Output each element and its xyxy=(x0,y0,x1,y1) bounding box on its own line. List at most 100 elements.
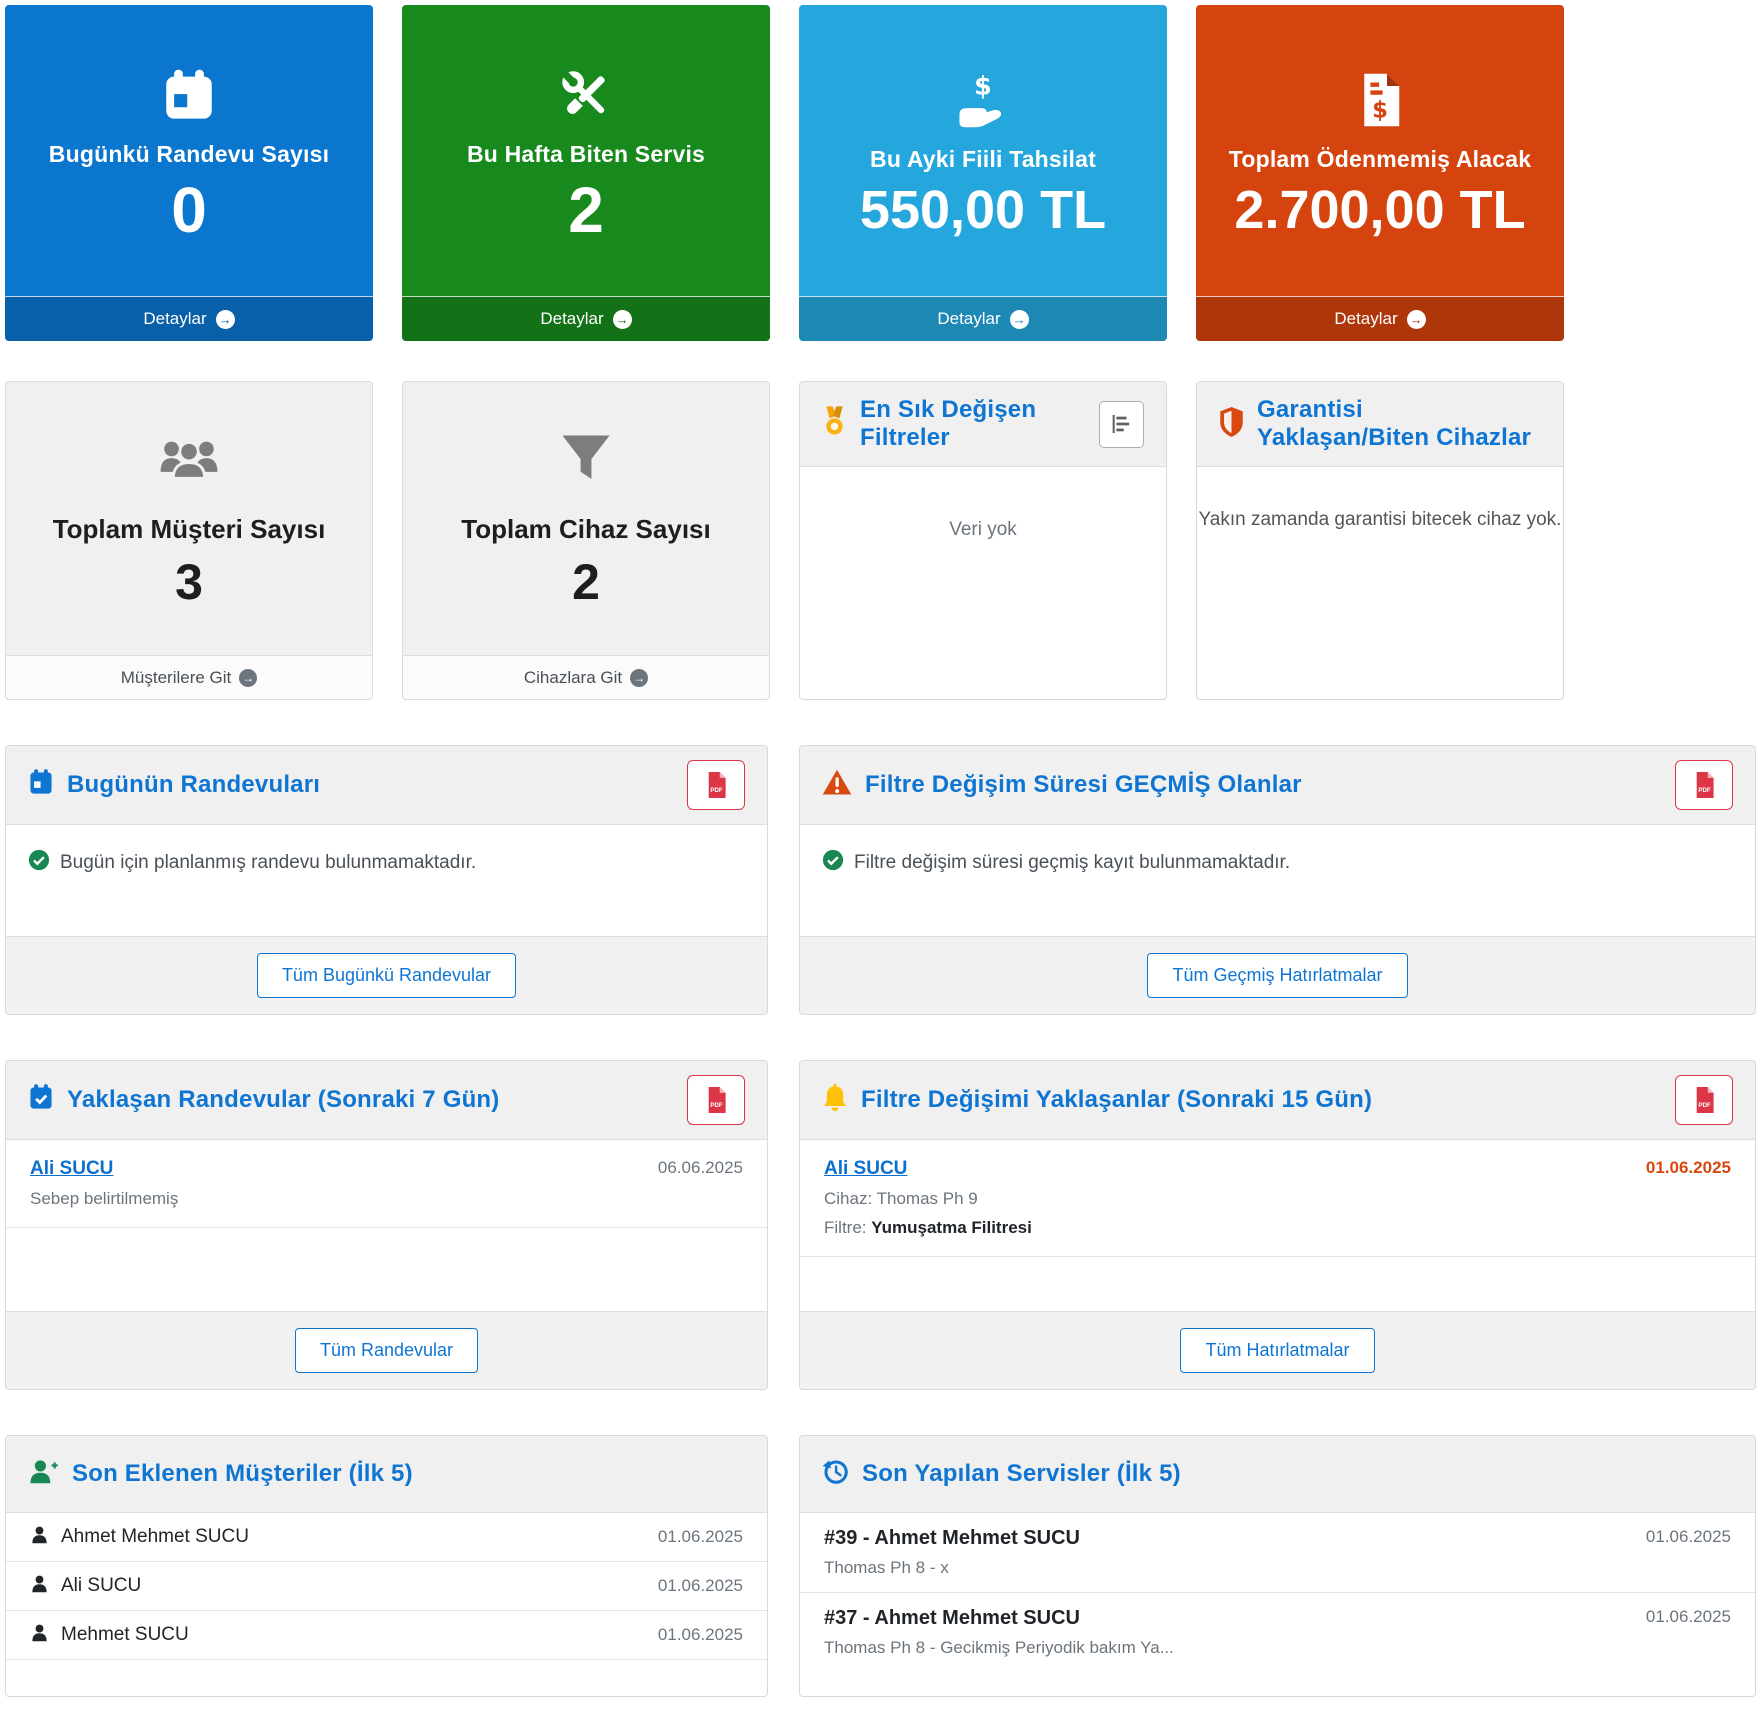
pdf-label: PDF xyxy=(1698,1102,1711,1109)
warning-triangle-icon xyxy=(822,769,852,801)
customer-row: Ahmet Mehmet SUCU 01.06.2025 xyxy=(6,1513,767,1562)
check-circle-icon xyxy=(822,849,844,877)
stat-card-body: $ Toplam Ödenmemiş Alacak 2.700,00 TL xyxy=(1196,5,1564,296)
go-to-customers-link[interactable]: Müşterilere Git → xyxy=(6,655,372,699)
recent-customers-panel: Son Eklenen Müşteriler (İlk 5) Ahmet Meh… xyxy=(5,1435,768,1697)
service-name: #37 - Ahmet Mehmet SUCU xyxy=(824,1607,1080,1630)
stat-value: 2 xyxy=(568,178,604,242)
stat-details-link[interactable]: Detaylar → xyxy=(799,296,1167,341)
summary-value: 2 xyxy=(572,553,600,611)
empty-state-row: Filtre değişim süresi geçmiş kayıt bulun… xyxy=(822,849,1733,877)
customer-link[interactable]: Ali SUCU xyxy=(824,1158,907,1180)
empty-text: Filtre değişim süresi geçmiş kayıt bulun… xyxy=(854,852,1290,874)
all-today-appointments-button[interactable]: Tüm Bugünkü Randevular xyxy=(257,953,516,998)
pdf-label: PDF xyxy=(710,787,723,794)
panel-header: Son Eklenen Müşteriler (İlk 5) xyxy=(6,1436,767,1513)
service-date: 01.06.2025 xyxy=(1646,1527,1731,1547)
arrow-right-circle-icon: → xyxy=(630,669,648,687)
arrow-right-circle-icon: → xyxy=(239,669,257,687)
top-filters-panel: En Sık Değişen Filtreler Veri yok xyxy=(799,381,1167,700)
pdf-label: PDF xyxy=(1698,787,1711,794)
panel-title: Filtre Değişimi Yaklaşanlar (Sonraki 15 … xyxy=(861,1086,1372,1114)
filter-value: Yumuşatma Filitresi xyxy=(871,1218,1032,1237)
pdf-file-icon: PDF xyxy=(1694,772,1715,798)
summary-row: Toplam Müşteri Sayısı 3 Müşterilere Git … xyxy=(5,381,1758,700)
user-icon xyxy=(30,1574,49,1598)
panel-title: Filtre Değişim Süresi GEÇMİŞ Olanlar xyxy=(865,771,1302,799)
panel-title: En Sık Değişen Filtreler xyxy=(860,396,1086,452)
bell-icon xyxy=(822,1083,848,1117)
details-label: Detaylar xyxy=(937,309,1000,329)
pdf-export-button[interactable]: PDF xyxy=(687,1075,745,1125)
stat-value: 550,00 TL xyxy=(860,183,1106,237)
device-line: Cihaz: Thomas Ph 9 xyxy=(824,1189,1731,1209)
dollar-glyph: $ xyxy=(974,71,992,101)
summary-title: Toplam Cihaz Sayısı xyxy=(461,514,710,545)
calendar-icon xyxy=(161,63,217,127)
service-name: #39 - Ahmet Mehmet SUCU xyxy=(824,1527,1080,1550)
stat-card-today-appointments: Bugünkü Randevu Sayısı 0 Detaylar → xyxy=(5,5,373,341)
go-to-devices-link[interactable]: Cihazlara Git → xyxy=(403,655,769,699)
filter-line: Filtre: Yumuşatma Filitresi xyxy=(824,1218,1731,1238)
arrow-right-circle-icon: → xyxy=(613,310,632,329)
device-value: Thomas Ph 9 xyxy=(877,1189,978,1208)
summary-body: Toplam Müşteri Sayısı 3 xyxy=(6,382,372,655)
appointment-date: 06.06.2025 xyxy=(658,1158,743,1178)
all-reminders-button[interactable]: Tüm Hatırlatmalar xyxy=(1180,1328,1374,1373)
panel-footer: Tüm Bugünkü Randevular xyxy=(6,936,767,1014)
stat-title: Bugünkü Randevu Sayısı xyxy=(49,141,329,168)
pdf-export-button[interactable]: PDF xyxy=(687,760,745,810)
customer-name: Ahmet Mehmet SUCU xyxy=(61,1526,249,1548)
all-appointments-button[interactable]: Tüm Randevular xyxy=(295,1328,478,1373)
customer-date: 01.06.2025 xyxy=(658,1625,743,1645)
user-plus-icon xyxy=(28,1458,59,1490)
bar-chart-icon xyxy=(1110,413,1132,435)
hand-holding-dollar-icon: $ xyxy=(954,68,1012,132)
chart-button[interactable] xyxy=(1099,401,1144,448)
item-top: Ali SUCU 01.06.2025 xyxy=(824,1158,1731,1180)
users-icon xyxy=(156,426,222,492)
panel-title: Son Eklenen Müşteriler (İlk 5) xyxy=(72,1460,413,1488)
pdf-export-button[interactable]: PDF xyxy=(1675,760,1733,810)
warranty-panel: Garantisi Yaklaşan/Biten Cihazlar Yakın … xyxy=(1196,381,1564,700)
stat-card-body: $ Bu Ayki Fiili Tahsilat 550,00 TL xyxy=(799,5,1167,296)
arrow-right-circle-icon: → xyxy=(1407,310,1426,329)
details-label: Detaylar xyxy=(1334,309,1397,329)
panel-footer: Tüm Hatırlatmalar xyxy=(800,1311,1755,1389)
stat-value: 0 xyxy=(171,178,207,242)
all-overdue-reminders-button[interactable]: Tüm Geçmiş Hatırlatmalar xyxy=(1147,953,1407,998)
service-top: #37 - Ahmet Mehmet SUCU 01.06.2025 xyxy=(824,1607,1731,1630)
empty-text: Yakın zamanda garantisi bitecek cihaz yo… xyxy=(1197,467,1563,699)
overdue-filters-panel: Filtre Değişim Süresi GEÇMİŞ Olanlar PDF xyxy=(799,745,1756,1015)
stat-title: Bu Ayki Fiili Tahsilat xyxy=(870,146,1096,173)
service-top: #39 - Ahmet Mehmet SUCU 01.06.2025 xyxy=(824,1527,1731,1550)
empty-text: Bugün için planlanmış randevu bulunmamak… xyxy=(60,852,476,874)
stat-details-link[interactable]: Detaylar → xyxy=(1196,296,1564,341)
customer-link[interactable]: Ali SUCU xyxy=(30,1158,113,1180)
customer-date: 01.06.2025 xyxy=(658,1527,743,1547)
filter-change-date: 01.06.2025 xyxy=(1646,1158,1731,1178)
panel-header: En Sık Değişen Filtreler xyxy=(800,382,1166,467)
details-label: Detaylar xyxy=(143,309,206,329)
customer-date: 01.06.2025 xyxy=(658,1576,743,1596)
pdf-label: PDF xyxy=(710,1102,723,1109)
stat-details-link[interactable]: Detaylar → xyxy=(402,296,770,341)
upcoming-appointments-panel: Yaklaşan Randevular (Sonraki 7 Gün) PDF … xyxy=(5,1060,768,1390)
arrow-right-circle-icon: → xyxy=(1010,310,1029,329)
customer-name: Ali SUCU xyxy=(61,1575,141,1597)
arrow-right-circle-icon: → xyxy=(216,310,235,329)
go-label: Müşterilere Git xyxy=(121,668,232,688)
panel-header: Garantisi Yaklaşan/Biten Cihazlar xyxy=(1197,382,1563,467)
pdf-export-button[interactable]: PDF xyxy=(1675,1075,1733,1125)
stat-card-unpaid-total: $ Toplam Ödenmemiş Alacak 2.700,00 TL De… xyxy=(1196,5,1564,341)
customer-name: Mehmet SUCU xyxy=(61,1624,189,1646)
stat-cards-row: Bugünkü Randevu Sayısı 0 Detaylar → xyxy=(5,5,1758,341)
panel-body: Filtre değişim süresi geçmiş kayıt bulun… xyxy=(800,825,1755,901)
service-detail: Thomas Ph 8 - x xyxy=(824,1558,1731,1578)
service-row: #39 - Ahmet Mehmet SUCU 01.06.2025 Thoma… xyxy=(800,1513,1755,1593)
stat-details-link[interactable]: Detaylar → xyxy=(5,296,373,341)
stat-title: Toplam Ödenmemiş Alacak xyxy=(1229,146,1531,173)
panel-body: Bugün için planlanmış randevu bulunmamak… xyxy=(6,825,767,901)
panels-grid: Bugünün Randevuları PDF xyxy=(5,745,1758,1697)
stat-card-week-services: Bu Hafta Biten Servis 2 Detaylar → xyxy=(402,5,770,341)
